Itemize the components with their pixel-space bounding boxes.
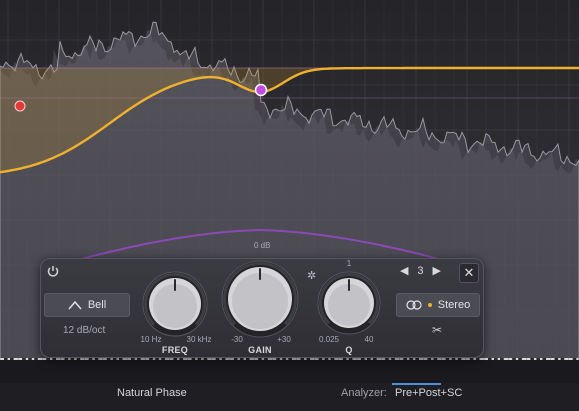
analyzer-indicator [392, 383, 441, 385]
bell-curve-icon [68, 300, 82, 310]
q-label: Q [345, 345, 353, 355]
band-control-panel: ◀ 3 ▶ ✕ Bell 12 dB/oct ✲ 10 Hz 30 kHz FR… [40, 258, 484, 358]
filter-shape-button[interactable]: Bell [44, 293, 130, 317]
freq-label: FREQ [161, 345, 189, 355]
phase-mode-selector[interactable]: Natural Phase [117, 387, 187, 399]
gain-max-label: +30 [277, 335, 291, 344]
analyzer-selector[interactable]: Pre+Post+SC [395, 387, 462, 399]
slope-selector[interactable]: 12 dB/oct [63, 325, 105, 336]
scissors-icon[interactable]: ✂ [432, 323, 442, 337]
freq-min-label: 10 Hz [140, 335, 162, 344]
freq-max-label: 30 kHz [186, 335, 212, 344]
gain-min-label: -30 [231, 335, 243, 344]
q-max-label: 40 [364, 335, 374, 344]
stereo-link-icon [406, 300, 422, 310]
band-handle-3[interactable] [254, 83, 268, 97]
eq-plugin-window: 0 dB ◀ 3 ▶ ✕ Bell 12 dB/oct ✲ 10 Hz 30 k… [0, 0, 579, 411]
power-icon [47, 266, 59, 277]
next-band-icon[interactable]: ▶ [433, 264, 441, 277]
stereo-dot-icon [427, 303, 432, 307]
piano-keyboard[interactable] [0, 358, 579, 360]
band-handle-1[interactable] [14, 100, 26, 112]
zero-db-label: 0 dB [254, 241, 271, 250]
stereo-label: Stereo [437, 299, 471, 311]
close-icon: ✕ [463, 265, 475, 280]
stereo-placement-button[interactable]: Stereo [396, 293, 480, 317]
filter-shape-label: Bell [87, 299, 107, 311]
analyzer-label: Analyzer: [341, 387, 387, 399]
gain-knob[interactable] [218, 259, 300, 341]
close-panel-button[interactable]: ✕ [459, 263, 479, 283]
q-top-label: 1 [346, 259, 352, 268]
q-min-label: 0.025 [318, 335, 340, 344]
bottom-bar: Natural Phase Analyzer: Pre+Post+SC [0, 383, 579, 411]
band-navigator: ◀ 3 ▶ [400, 264, 441, 278]
band-power-button[interactable] [45, 263, 61, 279]
freq-knob[interactable] [141, 271, 209, 339]
gain-label: GAIN [248, 345, 272, 355]
band-number: 3 [417, 264, 424, 277]
prev-band-icon[interactable]: ◀ [400, 264, 408, 277]
q-knob[interactable] [316, 271, 382, 337]
gear-icon[interactable]: ✲ [307, 269, 316, 282]
